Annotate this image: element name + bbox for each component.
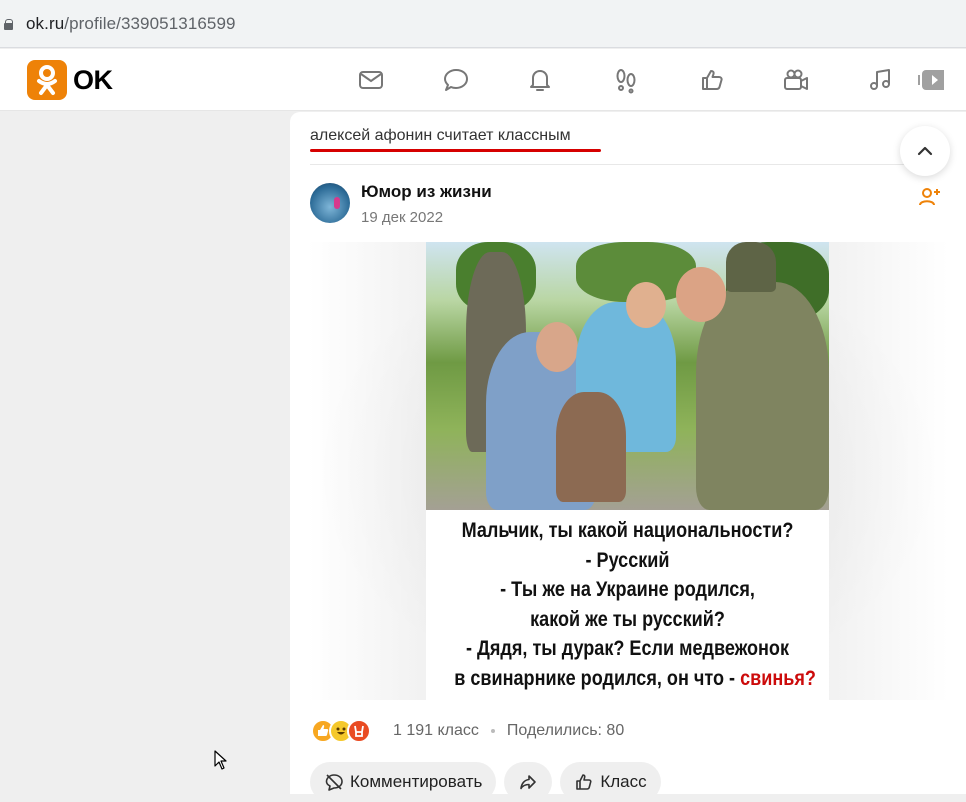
top-navigation: OK	[0, 49, 966, 111]
music-note-icon[interactable]	[866, 65, 896, 95]
caption-line: - Русский	[585, 548, 670, 572]
share-button[interactable]	[504, 762, 553, 802]
lock-icon	[4, 18, 14, 30]
caption-highlight: свинья?	[740, 666, 816, 690]
group-name[interactable]: Юмор из жизни	[361, 182, 492, 202]
caption-line: какой же ты русский?	[530, 607, 725, 631]
separator-dot	[490, 729, 495, 733]
mouse-cursor-icon	[214, 750, 227, 770]
caption-line: - Дядя, ты дурак? Если медвежонок	[465, 637, 790, 660]
shares-count[interactable]: Поделились: 80	[507, 722, 624, 740]
comment-button-label: Комментировать	[350, 772, 483, 791]
join-group-icon[interactable]	[918, 185, 942, 209]
like-thumb-icon[interactable]	[697, 65, 727, 95]
post-stats: 1 191 класс Поделились: 80	[393, 722, 624, 740]
video-camera-icon[interactable]	[781, 65, 811, 95]
comment-button[interactable]: Комментировать	[310, 762, 497, 802]
share-arrow-icon	[520, 775, 537, 790]
meme-caption: Мальчик, ты какой национальности? - Русс…	[426, 510, 829, 700]
logo-text: OK	[73, 64, 113, 95]
browser-address-bar[interactable]: ok.ru/profile/339051316599	[0, 0, 966, 48]
reshare-text[interactable]: алексей афонин считает классным	[310, 127, 571, 145]
post-actions: Комментировать Класс	[310, 762, 661, 802]
group-avatar[interactable]	[310, 183, 350, 223]
like-button-label: Класс	[600, 772, 647, 791]
caption-line: - Ты же на Украине родился,	[500, 578, 755, 601]
rock-hand-reaction-icon	[347, 719, 371, 743]
video-play-icon[interactable]	[915, 65, 945, 95]
url-text[interactable]: ok.ru/profile/339051316599	[26, 14, 236, 34]
post-photo	[426, 242, 829, 510]
red-underline-annotation	[310, 149, 601, 152]
guests-footprints-icon[interactable]	[611, 65, 641, 95]
feed-post-card: алексей афонин считает классным Юмор из …	[290, 112, 966, 802]
caption-line: Мальчик, ты какой национальности?	[461, 519, 794, 542]
like-class-button[interactable]: Класс	[560, 762, 661, 802]
ok-logo[interactable]: OK	[27, 60, 113, 100]
chat-bubble-icon[interactable]	[441, 65, 471, 95]
ok-logo-icon	[27, 60, 67, 100]
scroll-up-button[interactable]	[900, 126, 950, 176]
mail-icon[interactable]	[356, 65, 386, 95]
caption-line: в свинарнике родился, он что -	[454, 666, 736, 690]
post-image[interactable]: Мальчик, ты какой национальности? - Русс…	[308, 242, 948, 700]
thumbs-up-icon	[576, 774, 592, 790]
caption-line-last: в свинарнике родился, он что - свинья?	[454, 664, 816, 694]
comment-off-icon	[325, 774, 343, 791]
class-count[interactable]: 1 191 класс	[393, 722, 479, 740]
chevron-up-icon	[917, 146, 933, 156]
reaction-icons[interactable]	[311, 718, 371, 744]
bell-icon[interactable]	[525, 65, 555, 95]
divider	[310, 164, 930, 165]
post-date[interactable]: 19 дек 2022	[361, 209, 443, 226]
